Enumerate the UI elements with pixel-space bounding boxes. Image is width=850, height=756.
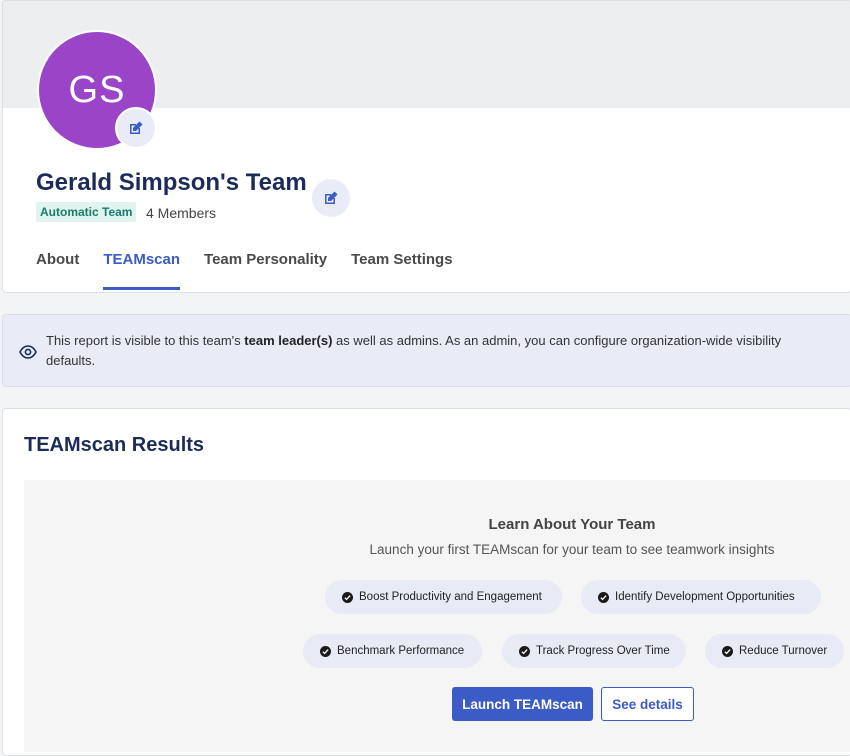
learn-subtitle: Launch your first TEAMscan for your team…: [369, 542, 775, 557]
check-circle-icon: [342, 591, 353, 603]
learn-title: Learn About Your Team: [488, 516, 656, 533]
benefit-label: Identify Development Opportunities: [615, 591, 795, 603]
tab-team-settings[interactable]: Team Settings: [351, 251, 452, 290]
member-count: 4 Members: [146, 205, 217, 221]
benefit-label: Boost Productivity and Engagement: [359, 591, 542, 603]
check-circle-icon: [320, 645, 331, 657]
eye-icon: [19, 345, 37, 359]
benefit-pill: Benchmark Performance: [303, 634, 482, 668]
visibility-notice: This report is visible to this team's te…: [2, 314, 850, 387]
edit-avatar-button[interactable]: [115, 107, 157, 149]
pencil-edit-icon: [130, 121, 143, 134]
team-tabs: About TEAMscan Team Personality Team Set…: [36, 251, 453, 290]
team-type-badge: Automatic Team: [36, 202, 137, 222]
launch-teamscan-button[interactable]: Launch TEAMscan: [452, 687, 593, 721]
benefit-label: Reduce Turnover: [739, 645, 828, 657]
benefit-label: Benchmark Performance: [337, 645, 465, 657]
tab-team-personality[interactable]: Team Personality: [204, 251, 327, 290]
notice-text: This report is visible to this team's te…: [46, 331, 816, 371]
check-circle-icon: [598, 591, 609, 603]
team-header-card: GS Gerald Simpson's Team Automatic Team …: [2, 0, 850, 293]
benefit-pill: Identify Development Opportunities: [581, 580, 821, 614]
benefit-pill: Reduce Turnover: [705, 634, 844, 668]
see-details-button[interactable]: See details: [601, 687, 694, 721]
tab-teamscan[interactable]: TEAMscan: [103, 251, 181, 290]
teamscan-results-card: TEAMscan Results Learn About Your Team L…: [2, 408, 850, 756]
benefit-pill: Boost Productivity and Engagement: [325, 580, 562, 614]
benefit-pill: Track Progress Over Time: [502, 634, 686, 668]
results-title: TEAMscan Results: [24, 434, 205, 456]
edit-team-name-button[interactable]: [312, 179, 350, 217]
pencil-edit-icon: [325, 191, 338, 204]
notice-prefix: This report is visible to this team's: [46, 333, 245, 348]
tab-about[interactable]: About: [36, 251, 79, 290]
benefit-label: Track Progress Over Time: [536, 645, 670, 657]
empty-state-panel: Learn About Your Team Launch your first …: [24, 480, 850, 752]
avatar-initials: GS: [68, 68, 126, 111]
check-circle-icon: [722, 645, 733, 657]
notice-bold: team leader(s): [244, 333, 333, 348]
team-name: Gerald Simpson's Team: [36, 169, 307, 196]
check-circle-icon: [519, 645, 530, 657]
